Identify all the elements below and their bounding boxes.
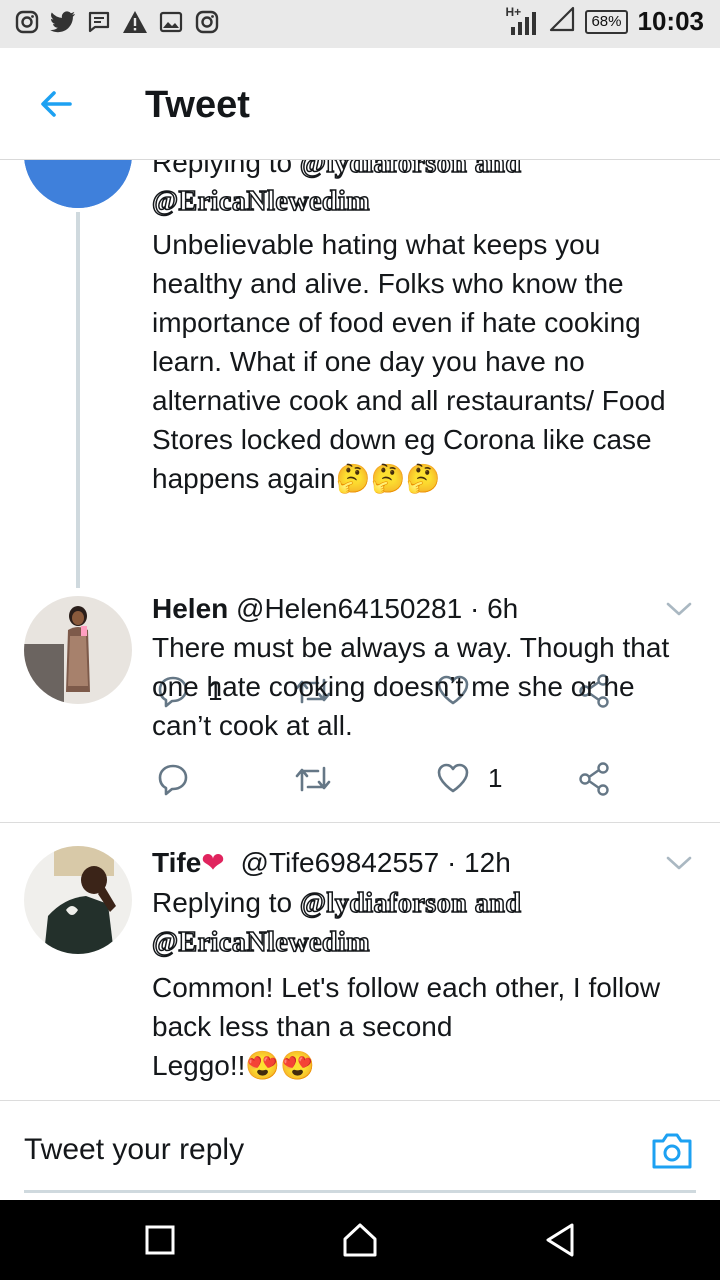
battery-indicator: 68% [585,9,628,34]
retweet-button[interactable] [294,762,332,796]
warning-icon [122,9,148,35]
signal-2-icon [549,6,575,37]
home-icon[interactable] [340,1220,380,1260]
tweet-content: Replying to @lydiaforson and @EricaNlewe… [151,160,692,498]
reply-input[interactable]: Tweet your reply [24,1133,244,1167]
reply-composer: Tweet your reply [0,1100,720,1201]
input-underline [24,1190,696,1193]
tweet-text-content: Unbelievable hating what keeps you healt… [152,229,666,494]
reply-icon [158,764,188,796]
username[interactable]: @Tife69842557 [241,847,440,878]
tweet-item[interactable]: Replying to @lydiaforson and @EricaNlewe… [0,160,720,708]
arrow-left-icon[interactable] [36,84,76,124]
reply-button[interactable] [156,762,208,796]
avatar[interactable] [24,846,132,954]
signal-icon: H+ [505,5,539,37]
instagram-icon [194,9,220,35]
tweet-text-line2: Leggo!!😍😍 [152,1046,692,1085]
reply-feed[interactable]: Replying to @lydiaforson and @EricaNlewe… [0,160,720,1100]
message-icon [86,9,112,35]
tweet-item[interactable]: Tife❤ @Tife69842557 · 12h Replying to @l… [0,844,720,1100]
status-bar: H+ 68% 10:03 [0,0,720,48]
avatar[interactable] [24,596,132,704]
mention-link[interactable]: @EricaNlewedim [151,185,370,218]
tweet-item[interactable]: Helen @Helen64150281 · 6h There must be … [0,590,720,820]
page-title: Tweet [145,84,250,126]
like-count: 1 [488,762,503,793]
replying-to: Replying to @lydiaforson and [152,884,692,923]
username[interactable]: @Helen64150281 [236,593,462,624]
chevron-down-icon[interactable] [666,600,692,618]
timestamp: · 6h [469,593,519,624]
replying-to-line2: @EricaNlewedim [151,182,692,221]
thread-line [76,212,80,588]
tweet-header: Helen @Helen64150281 · 6h [152,590,692,628]
tweet-text: Common! Let's follow each other, I follo… [152,968,692,1085]
image-icon [158,9,184,35]
share-button[interactable] [578,762,610,796]
tweet-text-leggo: Leggo!! [152,1050,246,1081]
notification-icons [14,9,220,35]
mention-link[interactable]: @EricaNlewedim [151,926,370,959]
avatar[interactable] [24,160,132,208]
like-button[interactable]: 1 [436,762,502,794]
replying-to: Replying to @lydiaforson and [152,160,692,182]
status-right: H+ 68% 10:03 [505,5,705,37]
divider [0,822,720,823]
tweet-text-line1: Common! Let's follow each other, I follo… [152,972,661,1042]
chevron-down-icon[interactable] [666,854,692,872]
display-name[interactable]: Tife [152,847,201,878]
timestamp: · 12h [446,847,511,878]
network-type: H+ [505,4,522,19]
replying-to-line2: @EricaNlewedim [151,923,692,962]
tweet-text: Unbelievable hating what keeps you healt… [152,225,692,498]
mention-link[interactable]: @lydiaforson and [299,160,522,180]
replying-prefix: Replying to [152,887,293,918]
tweet-header: Tife❤ @Tife69842557 · 12h [152,844,692,882]
heart-emoji: ❤ [201,847,225,878]
replying-prefix: Replying to [152,160,293,178]
emoji-thinking: 🤔🤔🤔 [335,463,441,494]
tweet-content: Helen @Helen64150281 · 6h There must be … [152,590,692,745]
instagram-icon [14,9,40,35]
retweet-icon [295,766,331,792]
share-icon [579,762,609,796]
recent-apps-icon[interactable] [140,1220,180,1260]
twitter-icon [50,9,76,35]
heart-icon [437,763,469,793]
display-name[interactable]: Helen [152,593,228,624]
tweet-actions: 1 [152,762,632,802]
tweet-text: There must be always a way. Though that … [152,632,670,741]
app-bar: Tweet [0,48,720,160]
tweet-content: Tife❤ @Tife69842557 · 12h Replying to @l… [151,844,692,1085]
emoji-heart-eyes: 😍😍 [245,1050,316,1081]
system-nav-bar [0,1200,720,1280]
back-nav-icon[interactable] [540,1220,580,1260]
camera-icon[interactable] [650,1131,694,1171]
clock: 10:03 [637,6,705,36]
mention-link[interactable]: @lydiaforson and [299,887,522,920]
